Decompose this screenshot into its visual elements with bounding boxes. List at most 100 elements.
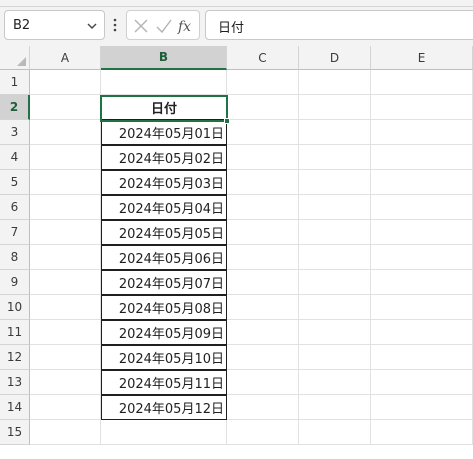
cell-e3[interactable] (371, 120, 473, 145)
column-header-e[interactable]: E (371, 46, 473, 70)
date-cell[interactable]: 2024年05月01日 (101, 120, 227, 145)
name-box[interactable]: B2 (4, 10, 105, 40)
cell-b1[interactable] (101, 70, 227, 95)
cell-e10[interactable] (371, 295, 473, 320)
cell-a3[interactable] (30, 120, 101, 145)
cell-c6[interactable] (227, 195, 299, 220)
cell-d5[interactable] (299, 170, 371, 195)
fill-handle[interactable] (224, 118, 230, 124)
cell-a15[interactable] (30, 420, 101, 445)
cell-c2[interactable] (227, 95, 299, 120)
row-header-2[interactable]: 2 (0, 95, 30, 120)
cell-e2[interactable] (371, 95, 473, 120)
cell-d14[interactable] (299, 395, 371, 420)
date-cell[interactable]: 2024年05月10日 (101, 345, 227, 370)
date-cell[interactable]: 2024年05月07日 (101, 270, 227, 295)
row-header-15[interactable]: 15 (0, 420, 30, 445)
cell-d1[interactable] (299, 70, 371, 95)
cell-d6[interactable] (299, 195, 371, 220)
table-header-cell[interactable]: 日付 (101, 95, 227, 120)
fx-icon[interactable]: fx (177, 16, 197, 36)
row-header-1[interactable]: 1 (0, 70, 30, 95)
cell-c1[interactable] (227, 70, 299, 95)
date-cell[interactable]: 2024年05月09日 (101, 320, 227, 345)
row-header-9[interactable]: 9 (0, 270, 30, 295)
cell-c15[interactable] (227, 420, 299, 445)
row-header-14[interactable]: 14 (0, 395, 30, 420)
cell-a11[interactable] (30, 320, 101, 345)
cell-c4[interactable] (227, 145, 299, 170)
date-cell[interactable]: 2024年05月05日 (101, 220, 227, 245)
cell-d2[interactable] (299, 95, 371, 120)
row-header-13[interactable]: 13 (0, 370, 30, 395)
cell-c12[interactable] (227, 345, 299, 370)
cell-b15[interactable] (101, 420, 227, 445)
cell-d12[interactable] (299, 345, 371, 370)
cell-a7[interactable] (30, 220, 101, 245)
date-cell[interactable]: 2024年05月04日 (101, 195, 227, 220)
cell-c10[interactable] (227, 295, 299, 320)
cell-c8[interactable] (227, 245, 299, 270)
cell-e8[interactable] (371, 245, 473, 270)
cell-e5[interactable] (371, 170, 473, 195)
cell-d8[interactable] (299, 245, 371, 270)
cell-d4[interactable] (299, 145, 371, 170)
cell-a14[interactable] (30, 395, 101, 420)
cell-e9[interactable] (371, 270, 473, 295)
cell-d15[interactable] (299, 420, 371, 445)
cell-d3[interactable] (299, 120, 371, 145)
row-header-10[interactable]: 10 (0, 295, 30, 320)
row-header-6[interactable]: 6 (0, 195, 30, 220)
more-options-icon[interactable] (110, 14, 120, 36)
select-all-button[interactable] (0, 46, 30, 70)
cell-c14[interactable] (227, 395, 299, 420)
row-header-3[interactable]: 3 (0, 120, 30, 145)
row-header-11[interactable]: 11 (0, 320, 30, 345)
cell-a1[interactable] (30, 70, 101, 95)
cell-a5[interactable] (30, 170, 101, 195)
cell-d9[interactable] (299, 270, 371, 295)
cell-e14[interactable] (371, 395, 473, 420)
spreadsheet-grid[interactable]: A B C D E 1 2 3 4 5 6 7 8 9 10 11 12 13 14 15 日付 2024年05月01日 2… (0, 46, 473, 459)
cell-d10[interactable] (299, 295, 371, 320)
date-cell[interactable]: 2024年05月08日 (101, 295, 227, 320)
close-icon[interactable] (131, 16, 151, 36)
cell-e11[interactable] (371, 320, 473, 345)
cell-a10[interactable] (30, 295, 101, 320)
cell-c7[interactable] (227, 220, 299, 245)
row-header-4[interactable]: 4 (0, 145, 30, 170)
row-header-7[interactable]: 7 (0, 220, 30, 245)
name-box-value[interactable]: B2 (13, 18, 30, 33)
cell-d11[interactable] (299, 320, 371, 345)
cell-c9[interactable] (227, 270, 299, 295)
row-header-12[interactable]: 12 (0, 345, 30, 370)
date-cell[interactable]: 2024年05月03日 (101, 170, 227, 195)
cell-e12[interactable] (371, 345, 473, 370)
cell-a2[interactable] (30, 95, 101, 120)
formula-input-value[interactable]: 日付 (218, 17, 244, 36)
cell-e1[interactable] (371, 70, 473, 95)
cell-a8[interactable] (30, 245, 101, 270)
row-header-5[interactable]: 5 (0, 170, 30, 195)
cell-a4[interactable] (30, 145, 101, 170)
date-cell[interactable]: 2024年05月06日 (101, 245, 227, 270)
date-cell[interactable]: 2024年05月02日 (101, 145, 227, 170)
row-header-8[interactable]: 8 (0, 245, 30, 270)
cell-a6[interactable] (30, 195, 101, 220)
column-header-c[interactable]: C (227, 46, 299, 70)
cell-c13[interactable] (227, 370, 299, 395)
cell-e7[interactable] (371, 220, 473, 245)
chevron-down-icon[interactable] (86, 20, 98, 32)
cell-c11[interactable] (227, 320, 299, 345)
cell-c5[interactable] (227, 170, 299, 195)
cell-a13[interactable] (30, 370, 101, 395)
cell-c3[interactable] (227, 120, 299, 145)
column-header-a[interactable]: A (30, 46, 101, 70)
date-cell[interactable]: 2024年05月11日 (101, 370, 227, 395)
cell-d7[interactable] (299, 220, 371, 245)
cell-a12[interactable] (30, 345, 101, 370)
cell-e15[interactable] (371, 420, 473, 445)
column-header-d[interactable]: D (299, 46, 371, 70)
cell-a9[interactable] (30, 270, 101, 295)
cell-d13[interactable] (299, 370, 371, 395)
